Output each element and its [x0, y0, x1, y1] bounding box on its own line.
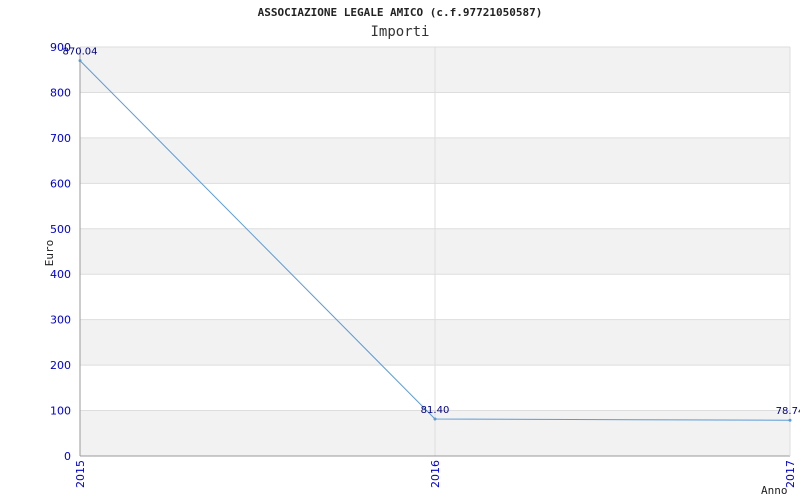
y-tick-label: 0: [64, 450, 71, 463]
x-tick-label: 2015: [74, 460, 87, 488]
y-tick-label: 100: [50, 405, 71, 418]
data-label: 81.40: [421, 405, 450, 416]
y-tick-label: 600: [50, 177, 71, 190]
data-point: [433, 417, 437, 421]
line-chart: 0100200300400500600700800900 2015 2016 201…: [43, 41, 800, 497]
data-label: 78.74: [776, 406, 800, 417]
data-label: 870.04: [63, 47, 98, 58]
y-tick-label: 500: [50, 223, 71, 236]
x-tick-label: 2016: [429, 460, 442, 488]
x-axis-title: Anno: [761, 484, 788, 497]
y-tick-label: 300: [50, 314, 71, 327]
y-axis-title: Euro: [43, 240, 56, 267]
y-tick-label: 800: [50, 86, 71, 99]
y-tick-label: 400: [50, 268, 71, 281]
data-point: [78, 59, 82, 63]
data-point: [788, 418, 792, 422]
y-tick-label: 200: [50, 359, 71, 372]
y-tick-label: 700: [50, 132, 71, 145]
